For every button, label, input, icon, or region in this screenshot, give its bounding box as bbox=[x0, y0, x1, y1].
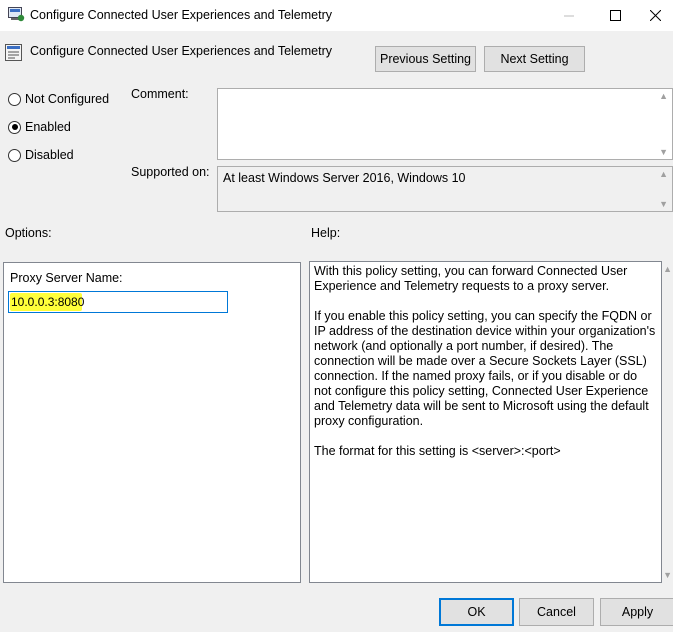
previous-setting-button[interactable]: Previous Setting bbox=[375, 46, 476, 72]
radio-not-configured[interactable]: Not Configured bbox=[8, 92, 109, 106]
help-paragraph: With this policy setting, you can forwar… bbox=[314, 264, 628, 293]
ok-button[interactable]: OK bbox=[439, 598, 514, 626]
next-setting-button[interactable]: Next Setting bbox=[484, 46, 585, 72]
help-panel: With this policy setting, you can forwar… bbox=[309, 261, 662, 583]
comment-scrollbar[interactable]: ▲ ▼ bbox=[655, 89, 672, 159]
supported-on-field: At least Windows Server 2016, Windows 10… bbox=[217, 166, 673, 212]
minimize-button[interactable] bbox=[546, 0, 592, 31]
help-scrollbar[interactable]: ▲ ▼ bbox=[662, 261, 673, 583]
radio-label: Enabled bbox=[25, 120, 71, 134]
proxy-server-label: Proxy Server Name: bbox=[10, 271, 123, 285]
close-button[interactable] bbox=[638, 0, 673, 31]
options-panel: Proxy Server Name: bbox=[3, 262, 301, 583]
cancel-button[interactable]: Cancel bbox=[519, 598, 594, 626]
apply-button[interactable]: Apply bbox=[600, 598, 673, 626]
setting-title: Configure Connected User Experiences and… bbox=[30, 44, 333, 58]
scroll-down-icon[interactable]: ▼ bbox=[659, 147, 668, 157]
options-heading: Options: bbox=[5, 226, 52, 240]
help-text: With this policy setting, you can forwar… bbox=[314, 264, 656, 474]
supported-on-label: Supported on: bbox=[131, 165, 210, 179]
comment-field[interactable]: ▲ ▼ bbox=[217, 88, 673, 160]
scroll-up-icon[interactable]: ▲ bbox=[659, 91, 668, 101]
scroll-down-icon[interactable]: ▼ bbox=[663, 570, 672, 580]
proxy-server-input[interactable] bbox=[11, 292, 227, 312]
group-policy-icon bbox=[8, 7, 25, 22]
policy-setting-icon bbox=[5, 44, 22, 61]
maximize-button[interactable] bbox=[592, 0, 638, 31]
maximize-icon bbox=[609, 10, 621, 21]
window-title: Configure Connected User Experiences and… bbox=[30, 8, 333, 22]
title-bar: Configure Connected User Experiences and… bbox=[0, 0, 673, 31]
minimize-icon bbox=[564, 15, 574, 16]
help-paragraph: If you enable this policy setting, you c… bbox=[314, 309, 656, 428]
scroll-up-icon[interactable]: ▲ bbox=[663, 264, 672, 274]
radio-disabled[interactable]: Disabled bbox=[8, 148, 74, 162]
radio-circle[interactable] bbox=[8, 92, 21, 106]
scroll-up-icon[interactable]: ▲ bbox=[659, 169, 668, 179]
help-heading: Help: bbox=[311, 226, 341, 240]
radio-circle[interactable] bbox=[8, 148, 21, 162]
radio-label: Disabled bbox=[25, 148, 74, 162]
scroll-down-icon[interactable]: ▼ bbox=[659, 199, 668, 209]
supported-on-value: At least Windows Server 2016, Windows 10 bbox=[223, 171, 466, 185]
proxy-server-field[interactable] bbox=[8, 291, 228, 313]
help-paragraph: The format for this setting is <server>:… bbox=[314, 444, 561, 458]
supported-scrollbar[interactable]: ▲ ▼ bbox=[655, 167, 672, 211]
radio-circle[interactable] bbox=[8, 120, 21, 134]
radio-enabled[interactable]: Enabled bbox=[8, 120, 71, 134]
comment-label: Comment: bbox=[131, 87, 189, 101]
radio-label: Not Configured bbox=[25, 92, 110, 106]
close-icon bbox=[650, 10, 661, 21]
